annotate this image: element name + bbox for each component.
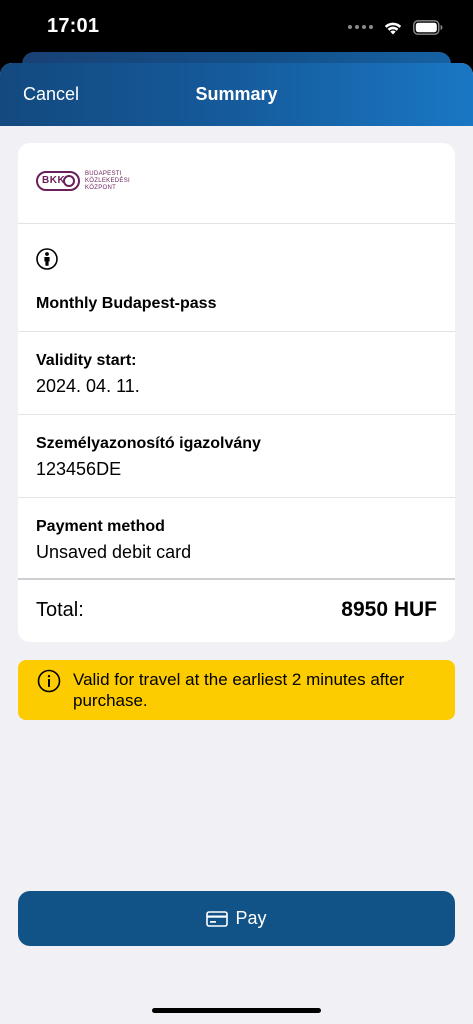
bkk-line-2: KÖZLEKEDÉSI: [85, 178, 130, 184]
info-banner: Valid for travel at the earliest 2 minut…: [18, 660, 455, 720]
bkk-badge-text: BKK: [42, 175, 66, 186]
battery-icon: [413, 19, 443, 35]
total-value: 8950 HUF: [341, 598, 437, 621]
id-document-value: 123456DE: [36, 459, 122, 479]
payment-method-row[interactable]: Payment method Unsaved debit card: [18, 498, 455, 580]
bkk-ring: [63, 175, 75, 187]
pass-name: Monthly Budapest-pass: [36, 295, 217, 312]
id-document-row: Személyazonosító igazolvány 123456DE: [18, 415, 455, 498]
id-document-label: Személyazonosító igazolvány: [36, 435, 261, 452]
total-row: Total: 8950 HUF: [18, 580, 455, 642]
bkk-logo: BKK BUDAPESTI KÖZLEKEDÉSI KÖZPONT: [36, 170, 130, 192]
info-icon: [37, 669, 61, 693]
bkk-badge: BKK: [36, 171, 80, 191]
validity-row: Validity start: 2024. 04. 11.: [18, 332, 455, 415]
status-bar: 17:01: [0, 0, 473, 52]
nav-bar: Cancel Summary: [0, 63, 473, 126]
status-time: 17:01: [47, 15, 100, 37]
pass-row: Monthly Budapest-pass: [18, 224, 455, 332]
credit-card-icon: [206, 910, 229, 927]
validity-label: Validity start:: [36, 352, 137, 369]
pay-button-label: Pay: [235, 908, 267, 928]
bkk-line-1: BUDAPESTI: [85, 171, 122, 177]
validity-value: 2024. 04. 11.: [36, 376, 140, 396]
info-text: Valid for travel at the earliest 2 minut…: [73, 670, 405, 710]
pay-button[interactable]: Pay: [18, 891, 455, 946]
screen: 17:01 Cancel Summary BKK BUDAPESTI KÖZLE…: [0, 0, 473, 1024]
home-indicator[interactable]: [152, 1008, 321, 1013]
cellular-dots-icon: [348, 25, 373, 29]
person-icon: [36, 248, 58, 270]
page-title: Summary: [195, 84, 278, 104]
bkk-line-3: KÖZPONT: [85, 185, 117, 191]
summary-card: BKK BUDAPESTI KÖZLEKEDÉSI KÖZPONT Monthl…: [18, 143, 455, 642]
logo-row: BKK BUDAPESTI KÖZLEKEDÉSI KÖZPONT: [18, 143, 455, 224]
summary-sheet: Cancel Summary BKK BUDAPESTI KÖZLEKEDÉSI…: [0, 63, 473, 1024]
total-label: Total:: [36, 599, 84, 621]
wifi-icon: [384, 22, 402, 34]
status-icons: [348, 17, 443, 37]
bkk-wordmark: BUDAPESTI KÖZLEKEDÉSI KÖZPONT: [85, 171, 130, 192]
payment-method-value: Unsaved debit card: [36, 542, 192, 562]
payment-method-label: Payment method: [36, 518, 165, 535]
